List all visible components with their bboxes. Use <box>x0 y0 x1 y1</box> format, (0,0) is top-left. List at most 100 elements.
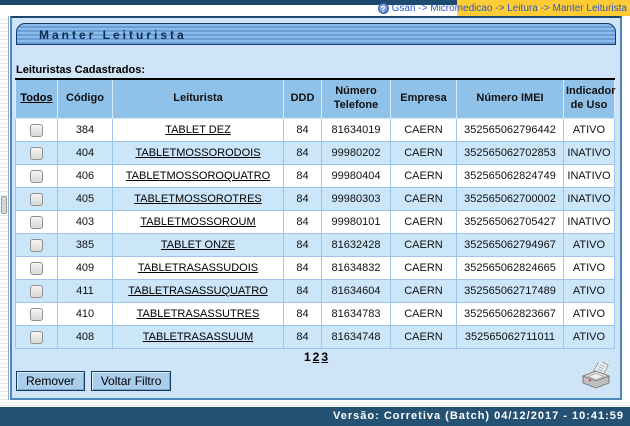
cell-telefone: 99980101 <box>322 211 391 234</box>
row-select-checkbox[interactable] <box>30 285 43 298</box>
cell-telefone: 99980404 <box>322 165 391 188</box>
cell-imei: 352565062794967 <box>457 234 564 257</box>
cell-leiturista: TABLETRASASSUTRES <box>113 303 284 326</box>
leiturista-link[interactable]: TABLETRASASSUTRES <box>137 308 260 320</box>
row-select-checkbox[interactable] <box>30 216 43 229</box>
cell-codigo: 405 <box>58 188 113 211</box>
table-row: 384 TABLET DEZ 84 81634019 CAERN 3525650… <box>16 119 615 142</box>
row-select-checkbox[interactable] <box>30 193 43 206</box>
cell-indicador: ATIVO <box>564 119 615 142</box>
cell-telefone: 81632428 <box>322 234 391 257</box>
cell-imei: 352565062824749 <box>457 165 564 188</box>
cell-empresa: CAERN <box>391 188 457 211</box>
row-select-checkbox[interactable] <box>30 331 43 344</box>
cell-select <box>16 211 58 234</box>
cell-indicador: INATIVO <box>564 188 615 211</box>
cell-leiturista: TABLETRASASSUUM <box>113 326 284 349</box>
cell-telefone: 81634604 <box>322 280 391 303</box>
header-codigo: Código <box>58 79 113 119</box>
version-bar: Versão: Corretiva (Batch) 04/12/2017 - 1… <box>0 407 630 426</box>
header-empresa: Empresa <box>391 79 457 119</box>
actions: Remover Voltar Filtro <box>16 371 171 391</box>
table-row: 411 TABLETRASASSUQUATRO 84 81634604 CAER… <box>16 280 615 303</box>
cell-codigo: 410 <box>58 303 113 326</box>
cell-indicador: ATIVO <box>564 234 615 257</box>
cell-indicador: INATIVO <box>564 142 615 165</box>
cell-empresa: CAERN <box>391 211 457 234</box>
cell-codigo: 408 <box>58 326 113 349</box>
cell-codigo: 409 <box>58 257 113 280</box>
header-leiturista: Leiturista <box>113 79 284 119</box>
cell-leiturista: TABLETRASASSUDOIS <box>113 257 284 280</box>
header-telefone: Número Telefone <box>322 79 391 119</box>
cell-imei: 352565062705427 <box>457 211 564 234</box>
help-icon[interactable]: ? <box>378 3 389 14</box>
cell-indicador: ATIVO <box>564 326 615 349</box>
cell-indicador: INATIVO <box>564 165 615 188</box>
printer-icon[interactable] <box>580 362 612 390</box>
cell-ddd: 84 <box>284 119 322 142</box>
row-select-checkbox[interactable] <box>30 147 43 160</box>
cell-imei: 352565062717489 <box>457 280 564 303</box>
content-panel: Manter Leiturista Leituristas Cadastrado… <box>10 16 622 400</box>
cell-ddd: 84 <box>284 188 322 211</box>
breadcrumb: ? Gsan -> Micromedicao -> Leitura -> Man… <box>378 2 627 15</box>
cell-leiturista: TABLET DEZ <box>113 119 284 142</box>
leiturista-link[interactable]: TABLETRASASSUDOIS <box>138 262 258 274</box>
table-header-row: Todos Código Leiturista DDD Número Telef… <box>16 79 615 119</box>
cell-telefone: 81634019 <box>322 119 391 142</box>
cell-telefone: 81634748 <box>322 326 391 349</box>
leiturista-link[interactable]: TABLETMOSSOROQUATRO <box>126 170 270 182</box>
header-indicador: Indicador de Uso <box>564 79 615 119</box>
voltar-filtro-button[interactable]: Voltar Filtro <box>91 371 172 391</box>
row-select-checkbox[interactable] <box>30 308 43 321</box>
cell-empresa: CAERN <box>391 257 457 280</box>
select-all-link[interactable]: Todos <box>20 92 52 104</box>
cell-empresa: CAERN <box>391 303 457 326</box>
cell-select <box>16 280 58 303</box>
cell-imei: 352565062796442 <box>457 119 564 142</box>
cell-empresa: CAERN <box>391 165 457 188</box>
table-row: 404 TABLETMOSSORODOIS 84 99980202 CAERN … <box>16 142 615 165</box>
menu-expand-handle[interactable] <box>1 196 7 214</box>
remover-button[interactable]: Remover <box>16 371 85 391</box>
cell-empresa: CAERN <box>391 280 457 303</box>
table-row: 406 TABLETMOSSOROQUATRO 84 99980404 CAER… <box>16 165 615 188</box>
breadcrumb-text: Gsan -> Micromedicao -> Leitura -> Mante… <box>392 3 627 14</box>
pagination-current: 1 <box>304 350 311 364</box>
leiturista-link[interactable]: TABLETRASASSUUM <box>143 331 253 343</box>
pagination-page-3[interactable]: 3 <box>321 350 328 364</box>
row-select-checkbox[interactable] <box>30 239 43 252</box>
cell-indicador: ATIVO <box>564 303 615 326</box>
cell-select <box>16 119 58 142</box>
leiturista-link[interactable]: TABLET ONZE <box>161 239 235 251</box>
cell-select <box>16 257 58 280</box>
cell-leiturista: TABLETMOSSOROQUATRO <box>113 165 284 188</box>
leiturista-link[interactable]: TABLETMOSSOROUM <box>140 216 255 228</box>
cell-ddd: 84 <box>284 165 322 188</box>
cell-select <box>16 326 58 349</box>
row-select-checkbox[interactable] <box>30 124 43 137</box>
pagination-page-2[interactable]: 2 <box>313 350 320 364</box>
cell-imei: 352565062700002 <box>457 188 564 211</box>
row-select-checkbox[interactable] <box>30 170 43 183</box>
cell-indicador: ATIVO <box>564 257 615 280</box>
collapsed-menu-sliver[interactable] <box>0 16 9 400</box>
leiturista-link[interactable]: TABLETRASASSUQUATRO <box>128 285 268 297</box>
row-select-checkbox[interactable] <box>30 262 43 275</box>
cell-ddd: 84 <box>284 211 322 234</box>
cell-indicador: ATIVO <box>564 280 615 303</box>
cell-select <box>16 188 58 211</box>
leiturista-link[interactable]: TABLETMOSSORODOIS <box>135 147 260 159</box>
leiturista-link[interactable]: TABLETMOSSOROTRES <box>134 193 262 205</box>
table-row: 410 TABLETRASASSUTRES 84 81634783 CAERN … <box>16 303 615 326</box>
cell-indicador: INATIVO <box>564 211 615 234</box>
cell-empresa: CAERN <box>391 142 457 165</box>
cell-empresa: CAERN <box>391 234 457 257</box>
leiturista-link[interactable]: TABLET DEZ <box>165 124 231 136</box>
table-row: 409 TABLETRASASSUDOIS 84 81634832 CAERN … <box>16 257 615 280</box>
leituristas-table: Todos Código Leiturista DDD Número Telef… <box>15 78 615 349</box>
cell-imei: 352565062823667 <box>457 303 564 326</box>
cell-select <box>16 234 58 257</box>
cell-imei: 352565062711011 <box>457 326 564 349</box>
